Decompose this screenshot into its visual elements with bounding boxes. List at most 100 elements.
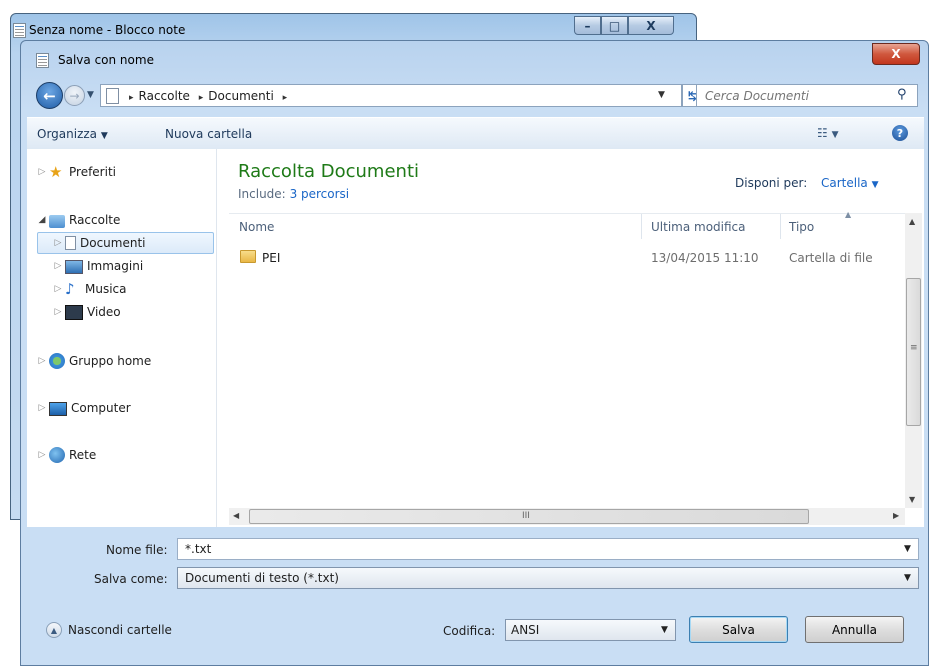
column-header-name[interactable]: Nome xyxy=(239,220,274,234)
address-dropdown-icon[interactable]: ▼ xyxy=(658,90,665,100)
search-icon[interactable]: ⚲ xyxy=(897,87,907,102)
minimize-button[interactable]: – xyxy=(574,16,601,35)
back-arrow-icon: ← xyxy=(43,86,56,105)
music-note-icon: ♪ xyxy=(65,280,75,298)
recent-pages-icon[interactable]: ▼ xyxy=(87,90,94,100)
scrollbar-thumb[interactable]: III xyxy=(249,509,809,524)
address-bar[interactable]: ▸ Raccolte ▸ Documenti ▸ ▼ xyxy=(100,84,682,107)
dialog-close-button[interactable]: X xyxy=(872,43,920,65)
chevron-down-icon[interactable]: ▼ xyxy=(661,625,668,635)
expand-icon[interactable]: ▷ xyxy=(51,261,65,271)
horizontal-scrollbar[interactable]: ◀ III ▶ xyxy=(229,508,905,525)
filename-label: Nome file: xyxy=(106,543,168,557)
scrollbar-thumb[interactable]: ≡ xyxy=(906,278,921,426)
file-modified: 13/04/2015 11:10 xyxy=(651,251,759,265)
scroll-grip-icon: III xyxy=(522,511,530,521)
view-options-icon[interactable]: ☷ ▼ xyxy=(817,126,839,140)
back-button[interactable]: ← xyxy=(36,82,63,109)
arrange-label: Disponi per: xyxy=(735,176,808,190)
nav-item-computer[interactable]: ▷ Computer xyxy=(35,397,131,419)
file-name: PEI xyxy=(262,251,281,265)
hide-folders-button[interactable]: ▲ Nascondi cartelle xyxy=(46,622,172,638)
breadcrumb-separator-icon: ▸ xyxy=(129,93,134,103)
filename-value: *.txt xyxy=(185,542,212,556)
folder-icon xyxy=(240,250,256,263)
file-type: Cartella di file xyxy=(789,251,873,265)
new-folder-button[interactable]: Nuova cartella xyxy=(165,127,252,141)
column-divider[interactable] xyxy=(780,214,781,239)
encoding-label: Codifica: xyxy=(443,624,496,638)
video-icon xyxy=(65,305,83,320)
network-icon xyxy=(49,447,65,463)
save-button[interactable]: Salva xyxy=(689,616,788,643)
expand-icon[interactable]: ▷ xyxy=(51,307,65,317)
saveas-select[interactable]: Documenti di testo (*.txt) ▼ xyxy=(177,567,919,589)
column-divider[interactable] xyxy=(641,214,642,239)
scroll-left-icon[interactable]: ◀ xyxy=(233,511,239,520)
notepad-icon xyxy=(13,23,26,38)
document-icon xyxy=(65,236,76,250)
nav-item-immagini[interactable]: ▷ Immagini xyxy=(51,255,143,277)
expand-icon[interactable]: ▷ xyxy=(35,450,49,460)
organize-button[interactable]: Organizza ▼ xyxy=(37,127,108,141)
file-row[interactable]: PEI 13/04/2015 11:10 Cartella di file xyxy=(229,247,905,269)
computer-icon xyxy=(49,401,67,416)
save-as-dialog: Salva con nome X ← → ▼ ▸ Raccolte ▸ Docume… xyxy=(20,40,929,666)
scroll-grip-icon: ≡ xyxy=(910,343,918,353)
nav-item-network[interactable]: ▷ Rete xyxy=(35,444,96,466)
maximize-button[interactable]: □ xyxy=(601,16,628,35)
nav-item-favorites[interactable]: ▷ ★ Preferiti xyxy=(35,161,116,183)
search-input[interactable] xyxy=(705,87,885,104)
notepad-title: Senza nome - Blocco note xyxy=(29,23,186,37)
expand-icon[interactable]: ▷ xyxy=(35,356,49,366)
navigation-pane: ▷ ★ Preferiti ◢ Raccolte ▷ Documenti ▷ I… xyxy=(27,149,217,527)
breadcrumb-raccolte[interactable]: Raccolte xyxy=(139,89,190,103)
column-header-type[interactable]: Tipo xyxy=(789,220,814,234)
forward-arrow-icon: → xyxy=(69,88,80,103)
filename-field[interactable]: *.txt ▼ xyxy=(177,538,919,560)
saveas-value: Documenti di testo (*.txt) xyxy=(185,571,339,585)
homegroup-icon xyxy=(49,353,65,369)
forward-button[interactable]: → xyxy=(64,85,85,106)
library-icon xyxy=(49,214,65,228)
scroll-up-icon[interactable]: ▲ xyxy=(909,217,915,226)
nav-item-documenti[interactable]: ▷ Documenti xyxy=(37,232,214,254)
content-pane: Raccolta Documenti Include: 3 percorsi D… xyxy=(217,149,924,527)
arrange-dropdown[interactable]: Cartella ▼ xyxy=(821,176,879,190)
nav-item-musica[interactable]: ▷ ♪ Musica xyxy=(51,278,127,300)
expand-icon[interactable]: ▷ xyxy=(35,403,49,413)
scroll-down-icon[interactable]: ▼ xyxy=(909,495,915,504)
command-toolbar: Organizza ▼ Nuova cartella ☷ ▼ ? xyxy=(27,117,924,151)
library-title: Raccolta Documenti xyxy=(238,161,420,182)
breadcrumb-separator-icon[interactable]: ▸ xyxy=(283,93,288,103)
nav-item-libraries[interactable]: ◢ Raccolte xyxy=(35,209,120,231)
sort-ascending-icon: ▲ xyxy=(845,210,852,219)
expand-icon[interactable]: ▷ xyxy=(51,238,65,248)
nav-item-homegroup[interactable]: ▷ Gruppo home xyxy=(35,350,151,372)
collapse-up-icon: ▲ xyxy=(46,622,62,638)
vertical-scrollbar[interactable]: ▲ ≡ ▼ xyxy=(905,213,922,508)
chevron-down-icon[interactable]: ▼ xyxy=(904,544,911,554)
includes-link[interactable]: 3 percorsi xyxy=(290,187,350,201)
saveas-label: Salva come: xyxy=(94,572,168,586)
breadcrumb-separator-icon: ▸ xyxy=(198,93,204,103)
column-header-row: Nome Ultima modifica Tipo ▲ xyxy=(229,210,905,240)
close-button[interactable]: X xyxy=(628,16,674,35)
nav-item-video[interactable]: ▷ Video xyxy=(51,301,121,323)
encoding-select[interactable]: ANSI ▼ xyxy=(505,619,676,641)
expand-icon[interactable]: ▷ xyxy=(51,284,65,294)
cancel-button[interactable]: Annulla xyxy=(805,616,904,643)
expand-icon[interactable]: ▷ xyxy=(35,167,49,177)
star-icon: ★ xyxy=(49,163,63,181)
collapse-icon[interactable]: ◢ xyxy=(35,215,49,225)
dialog-title: Salva con nome xyxy=(58,53,154,67)
column-header-modified[interactable]: Ultima modifica xyxy=(651,220,746,234)
chevron-down-icon: ▼ xyxy=(100,131,108,141)
scroll-right-icon[interactable]: ▶ xyxy=(893,511,899,520)
library-includes: Include: 3 percorsi xyxy=(238,187,350,201)
help-icon[interactable]: ? xyxy=(892,125,908,141)
breadcrumb-documenti[interactable]: Documenti xyxy=(208,89,274,103)
search-box[interactable]: ⚲ xyxy=(696,84,918,107)
chevron-down-icon[interactable]: ▼ xyxy=(904,573,911,583)
breadcrumb: ▸ Raccolte ▸ Documenti ▸ xyxy=(129,89,287,103)
